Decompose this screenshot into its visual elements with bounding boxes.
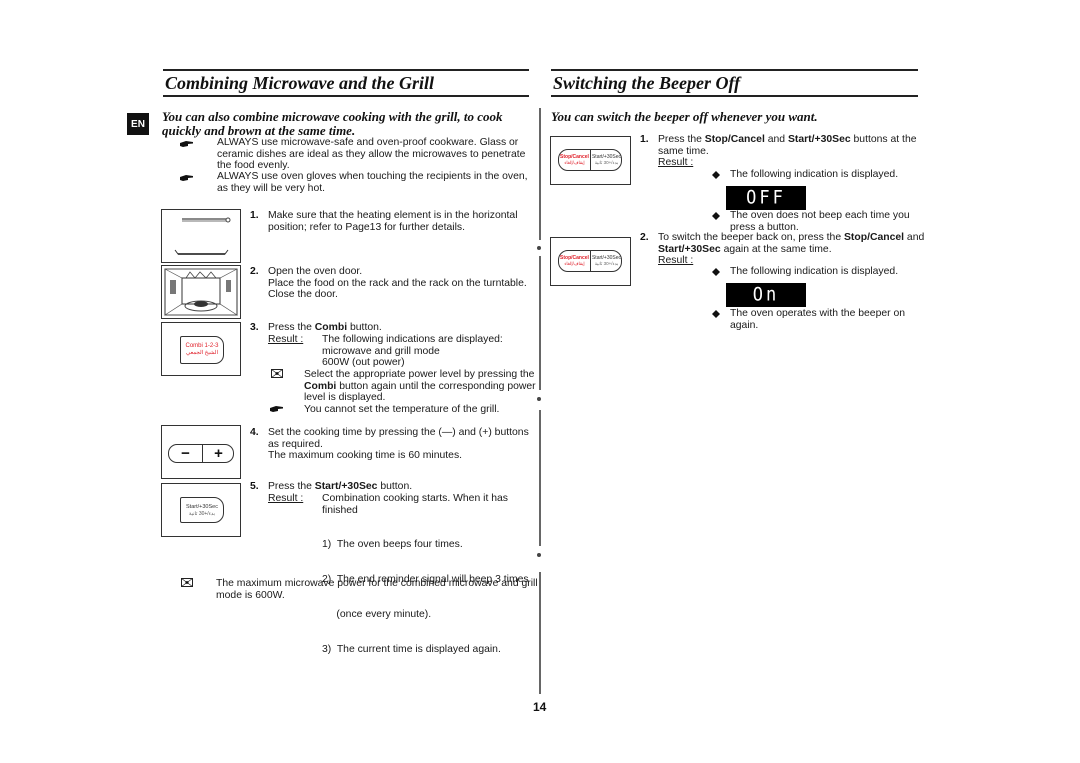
stop-cancel-button: Stop/Cancel إيقاف/إلغاء: [560, 154, 589, 165]
right-step-1-bullet-1: The following indication is displayed.: [730, 169, 899, 180]
step-3-note: Select the appropriate power level by pr…: [304, 369, 536, 404]
minus-plus-illustration: − +: [161, 425, 241, 479]
page-number: 14: [533, 700, 547, 714]
right-step-1-bullet-2: The oven does not beep each time you pre…: [730, 210, 910, 233]
step-3-instruction: Press the Combi button.: [268, 322, 382, 333]
step-5-number: 5.: [250, 481, 259, 492]
oven-interior-icon: [163, 268, 239, 316]
right-section-title: Switching the Beeper Off: [553, 73, 741, 93]
note-icon: [181, 578, 193, 587]
column-divider: [539, 410, 541, 546]
start-button-illustration: Start/+30Sec بدء/+30 ثانية: [161, 483, 241, 537]
diamond-bullet-icon: [712, 268, 720, 276]
heating-element-icon: [174, 217, 231, 255]
note-icon: [271, 369, 283, 378]
display-on: On: [726, 283, 806, 307]
right-title-bottom-rule: [551, 95, 918, 97]
right-step-1-text: Press the Stop/Cancel and Start/+30Sec b…: [658, 134, 917, 169]
step-3-warning: You cannot set the temperature of the gr…: [304, 404, 500, 415]
step-5-result-text: Combination cooking starts. When it has …: [322, 493, 508, 516]
combi-button-illustration: Combi 1-2-3 الشيخ الجمعي: [161, 322, 241, 376]
minus-button: −: [181, 445, 190, 462]
right-step-2-number: 2.: [640, 232, 649, 243]
stop-cancel-button: Stop/Cancel إيقاف/إلغاء: [560, 255, 589, 266]
diamond-bullet-icon: [712, 171, 720, 179]
stop-start-buttons: Stop/Cancel إيقاف/إلغاء Start/+30Sec بدء…: [558, 149, 622, 171]
divider-dot: [537, 397, 541, 401]
language-tab: EN: [127, 113, 149, 135]
right-step-2-text: To switch the beeper back on, press the …: [658, 232, 925, 267]
right-step-2-bullet-2: The oven operates with the beeper on aga…: [730, 308, 906, 331]
diamond-bullet-icon: [712, 212, 720, 220]
tip-1: ALWAYS use microwave-safe and oven-proof…: [217, 137, 526, 172]
pointing-hand-icon: [270, 406, 283, 412]
step-4-number: 4.: [250, 427, 259, 438]
pointing-hand-icon: [180, 141, 193, 147]
column-divider: [539, 572, 541, 694]
left-section-title: Combining Microwave and the Grill: [165, 73, 435, 93]
step-3-number: 3.: [250, 322, 259, 333]
left-title-bottom-rule: [163, 95, 529, 97]
step-2-text: Open the oven door. Place the food on th…: [268, 266, 527, 301]
step-1-text: Make sure that the heating element is in…: [268, 210, 518, 233]
right-intro: You can switch the beeper off whenever y…: [551, 109, 818, 124]
stop-start-buttons: Stop/Cancel إيقاف/إلغاء Start/+30Sec بدء…: [558, 250, 622, 272]
left-intro-line1: You can also combine microwave cooking w…: [162, 109, 503, 124]
column-divider: [539, 108, 541, 240]
right-title-top-rule: [551, 69, 918, 71]
left-intro-line2: quickly and brown at the same time.: [162, 123, 356, 138]
left-title-top-rule: [163, 69, 529, 71]
footer-note: The maximum microwave power for the comb…: [216, 578, 538, 601]
right-step-2-bullet-1: The following indication is displayed.: [730, 266, 899, 277]
plus-button: +: [214, 445, 223, 462]
step-4-text: Set the cooking time by pressing the (—)…: [268, 427, 529, 462]
diamond-bullet-icon: [712, 310, 720, 318]
minus-plus-buttons: − +: [168, 444, 234, 463]
step-5-result-label: Result :: [268, 493, 304, 504]
combi-button: Combi 1-2-3 الشيخ الجمعي: [180, 336, 224, 364]
tip-2: ALWAYS use oven gloves when touching the…: [217, 171, 528, 194]
heating-element-illustration: [161, 209, 241, 263]
step-1-number: 1.: [250, 210, 259, 221]
step-3-result-text: The following indications are displayed:…: [322, 334, 503, 369]
stop-start-illustration: Stop/Cancel إيقاف/إلغاء Start/+30Sec بدء…: [550, 136, 631, 185]
divider-dot: [537, 246, 541, 250]
pointing-hand-icon: [180, 175, 193, 181]
column-divider: [539, 256, 541, 390]
right-step-1-number: 1.: [640, 134, 649, 145]
stop-start-illustration: Stop/Cancel إيقاف/إلغاء Start/+30Sec بدء…: [550, 237, 631, 286]
step-3-result-label: Result :: [268, 334, 304, 345]
oven-interior-illustration: [161, 265, 241, 319]
divider-dot: [537, 553, 541, 557]
start-button: Start/+30Sec بدء/+30 ثانية: [591, 255, 622, 266]
display-off: OFF: [726, 186, 806, 210]
start-button: Start/+30Sec بدء/+30 ثانية: [180, 497, 224, 523]
start-button: Start/+30Sec بدء/+30 ثانية: [591, 154, 622, 165]
step-2-number: 2.: [250, 266, 259, 277]
step-5-instruction: Press the Start/+30Sec button.: [268, 481, 413, 492]
